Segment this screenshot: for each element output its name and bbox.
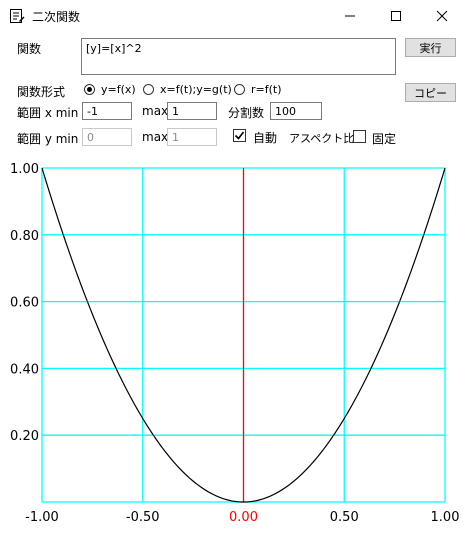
y-tick-label: 0.20 bbox=[10, 429, 39, 444]
xrange-label: 範囲 x min bbox=[17, 106, 79, 120]
auto-checkbox[interactable] bbox=[233, 129, 246, 142]
x-tick-label: -1.00 bbox=[25, 510, 59, 525]
grid bbox=[41, 167, 446, 503]
fixed-checkbox[interactable] bbox=[353, 130, 366, 143]
y-tick-label: 1.00 bbox=[10, 162, 39, 177]
x-tick-label: 0.50 bbox=[330, 510, 359, 525]
title-bar[interactable]: 二次関数 bbox=[0, 0, 465, 32]
format-radio-yfx[interactable] bbox=[84, 84, 95, 95]
y-tick-label: 0.40 bbox=[10, 362, 39, 377]
divisions-input[interactable]: 100 bbox=[270, 102, 322, 120]
x-tick-label: 1.00 bbox=[431, 510, 460, 525]
tick-labels: 1.00 0.80 0.60 0.40 0.20 -1.00 -0.50 0.00 0.50 1.… bbox=[10, 162, 459, 525]
format-option-polar: r=f(t) bbox=[251, 83, 282, 96]
close-button[interactable] bbox=[419, 0, 465, 32]
y-tick-label: 0.80 bbox=[10, 229, 39, 244]
ymin-input[interactable]: 0 bbox=[82, 128, 132, 146]
maximize-icon bbox=[391, 11, 401, 21]
auto-label: 自動 bbox=[253, 131, 278, 145]
format-option-yfx: y=f(x) bbox=[101, 83, 136, 96]
window-title: 二次関数 bbox=[32, 10, 81, 24]
fixed-label: 固定 bbox=[372, 132, 397, 146]
ymax-label: max bbox=[142, 130, 169, 144]
xmax-input[interactable]: 1 bbox=[167, 102, 217, 120]
copy-button[interactable]: コピー bbox=[405, 83, 456, 102]
close-icon bbox=[436, 10, 448, 22]
format-radio-parametric[interactable] bbox=[143, 84, 154, 95]
minimize-icon bbox=[345, 15, 355, 17]
format-label: 関数形式 bbox=[17, 85, 66, 99]
xmax-label: max bbox=[142, 104, 169, 118]
yrange-label: 範囲 y min bbox=[17, 132, 79, 146]
aspect-label: アスペクト比 bbox=[289, 132, 355, 145]
function-label: 関数 bbox=[17, 42, 42, 56]
radio-selected-dot bbox=[87, 87, 92, 92]
plot-area[interactable]: 1.00 0.80 0.60 0.40 0.20 -1.00 -0.50 0.00 0.50 1.… bbox=[0, 155, 465, 537]
divisions-label: 分割数 bbox=[228, 106, 265, 120]
x-tick-label: -0.50 bbox=[126, 510, 160, 525]
function-input[interactable]: [y]=[x]^2 bbox=[81, 38, 396, 75]
maximize-button[interactable] bbox=[373, 0, 419, 32]
format-option-parametric: x=f(t);y=g(t) bbox=[160, 83, 232, 96]
x-tick-label: 0.00 bbox=[229, 510, 258, 525]
xmin-input[interactable]: -1 bbox=[82, 102, 132, 120]
execute-button[interactable]: 実行 bbox=[405, 38, 456, 57]
format-radio-polar[interactable] bbox=[234, 84, 245, 95]
ymax-input[interactable]: 1 bbox=[167, 128, 217, 146]
checkmark-icon bbox=[234, 131, 245, 140]
minimize-button[interactable] bbox=[327, 0, 373, 32]
y-tick-label: 0.60 bbox=[10, 296, 39, 311]
notepad-icon bbox=[9, 8, 25, 27]
